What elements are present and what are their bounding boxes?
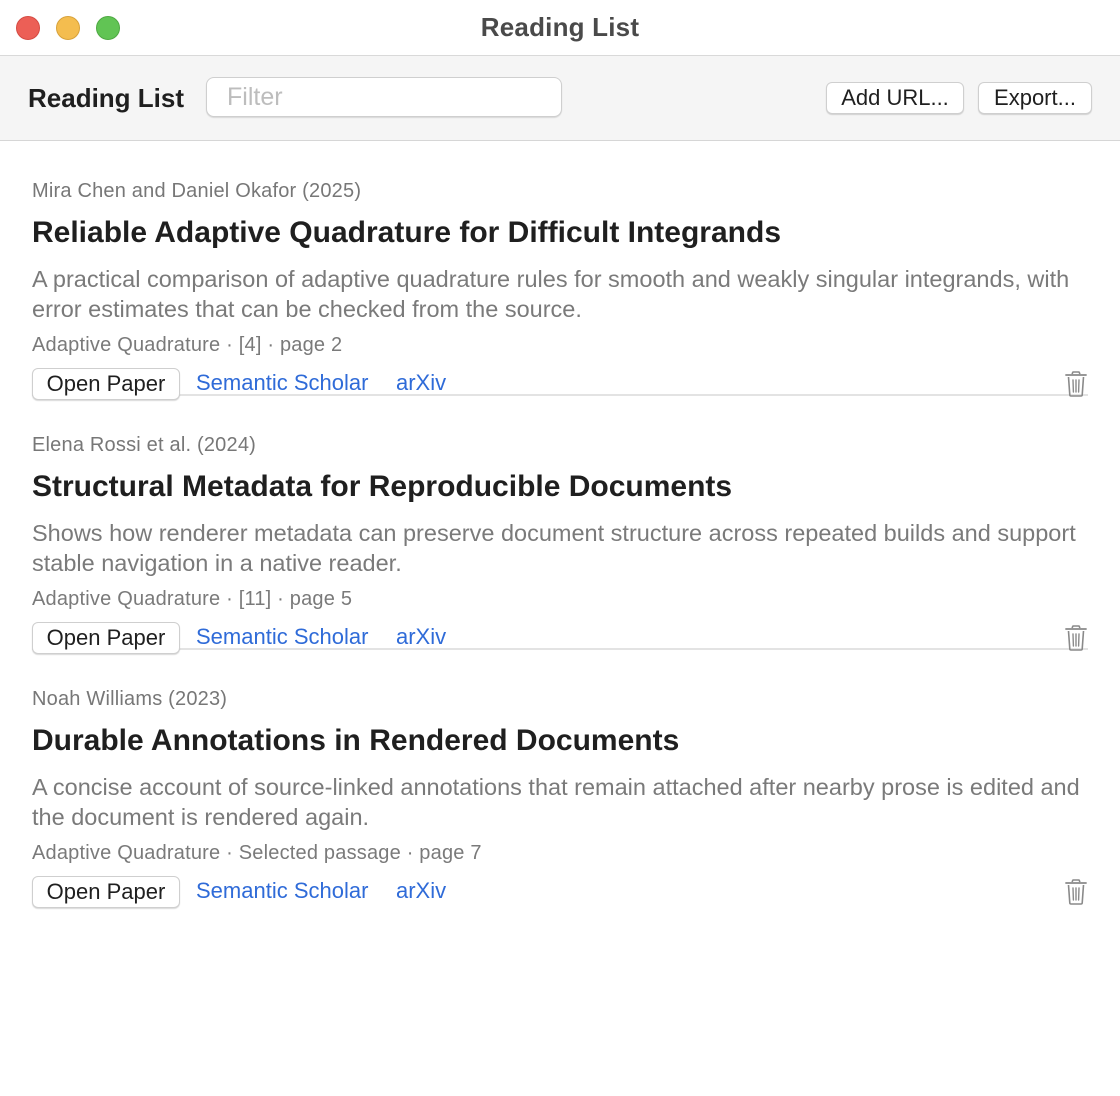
list-item: Noah Williams (2023) Durable Annotations… — [32, 650, 1088, 908]
trash-icon[interactable] — [1064, 625, 1088, 651]
reading-list-window: Reading List Reading List Add URL... Exp… — [0, 0, 1120, 1096]
title-bar: Reading List — [0, 0, 1120, 56]
reading-list: Mira Chen and Daniel Okafor (2025) Relia… — [32, 142, 1088, 908]
item-title: Structural Metadata for Reproducible Doc… — [32, 470, 733, 503]
window-title: Reading List — [480, 12, 640, 42]
item-authors: Noah Williams (2023) — [32, 688, 228, 710]
arxiv-link[interactable]: arXiv — [396, 624, 446, 650]
item-title: Reliable Adaptive Quadrature for Difficu… — [32, 216, 782, 249]
item-actions: Open Paper Semantic Scholar arXiv — [32, 876, 1088, 910]
item-authors: Mira Chen and Daniel Okafor (2025) — [32, 180, 362, 202]
semantic-scholar-link[interactable]: Semantic Scholar — [196, 370, 368, 396]
item-meta: Adaptive Quadrature · Selected passage ·… — [32, 842, 482, 864]
item-summary: A concise account of source-linked annot… — [32, 774, 1080, 830]
semantic-scholar-link[interactable]: Semantic Scholar — [196, 878, 368, 904]
filter-input[interactable] — [206, 77, 562, 117]
arxiv-link[interactable]: arXiv — [396, 878, 446, 904]
list-item: Mira Chen and Daniel Okafor (2025) Relia… — [32, 142, 1088, 400]
item-title: Durable Annotations in Rendered Document… — [32, 724, 680, 757]
item-meta: Adaptive Quadrature · [4] · page 2 — [32, 334, 343, 356]
arxiv-link[interactable]: arXiv — [396, 370, 446, 396]
toolbar: Reading List Add URL... Export... — [0, 56, 1120, 141]
item-summary: Shows how renderer metadata can preserve… — [32, 520, 1076, 576]
semantic-scholar-link[interactable]: Semantic Scholar — [196, 624, 368, 650]
trash-icon[interactable] — [1064, 879, 1088, 905]
item-authors: Elena Rossi et al. (2024) — [32, 434, 257, 456]
toolbar-title: Reading List — [28, 83, 185, 113]
item-summary: A practical comparison of adaptive quadr… — [32, 266, 1070, 322]
open-paper-button[interactable]: Open Paper — [32, 876, 180, 908]
item-meta: Adaptive Quadrature · [11] · page 5 — [32, 588, 353, 610]
trash-icon[interactable] — [1064, 371, 1088, 397]
export-button[interactable]: Export... — [978, 82, 1092, 114]
list-item: Elena Rossi et al. (2024) Structural Met… — [32, 396, 1088, 654]
add-url-button[interactable]: Add URL... — [826, 82, 964, 114]
